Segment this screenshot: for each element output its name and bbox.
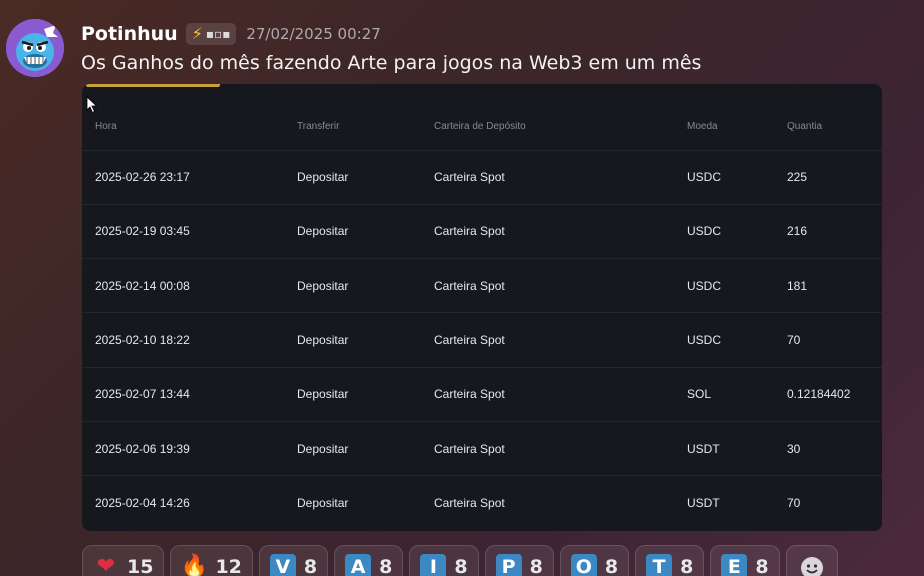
table-cell: Carteira Spot: [434, 421, 687, 477]
reaction-count: 8: [680, 556, 694, 576]
reaction-count: 8: [604, 556, 619, 576]
table-cell: SOL: [687, 367, 787, 422]
letter-e-icon: E: [721, 554, 748, 576]
reaction-button[interactable]: P8: [484, 545, 554, 576]
table-cell: Carteira Spot: [434, 496, 505, 511]
reaction-button[interactable]: 🔥 12: [170, 545, 253, 576]
letter-p-icon: P: [495, 554, 522, 576]
image-top-strip: [86, 84, 220, 87]
table-cell: Carteira Spot: [434, 150, 687, 205]
table-cell: Carteira Spot: [434, 367, 687, 422]
reaction-count: 8: [755, 556, 769, 576]
reaction-button[interactable]: I8: [409, 545, 479, 576]
table-cell: 2025-02-04 14:26: [95, 496, 190, 511]
table-cell: USDT: [687, 421, 787, 477]
letter-v-icon: V: [269, 554, 296, 576]
reaction-count: 8: [529, 556, 543, 576]
table-cell: 70: [787, 312, 882, 368]
table-body: 2025-02-26 23:17 Depositar Carteira Spot US…: [82, 150, 882, 530]
reaction-button[interactable]: T8: [635, 545, 705, 576]
table-cell: 225: [787, 150, 882, 205]
letter-o-icon: O: [570, 554, 597, 576]
table-cell: Depositar: [297, 421, 434, 477]
table-cell: Depositar: [297, 204, 434, 260]
table-row: 2025-02-10 18:22 Depositar Carteira Spot US…: [82, 312, 882, 368]
table-cell: 2025-02-19 03:45: [82, 204, 297, 260]
table-cell: 2025-02-26 23:17: [82, 150, 297, 205]
table-cell: 216: [787, 204, 882, 260]
table-cell: Depositar: [297, 312, 434, 368]
fire-icon: 🔥: [180, 554, 209, 576]
message-text: Os Ganhos do mês fazendo Arte para jogos…: [81, 52, 702, 74]
table-cell: USDT: [687, 496, 720, 511]
attached-image[interactable]: Hora Transferir Carteira de Depósito Moe…: [82, 84, 882, 531]
reaction-count: 12: [215, 556, 242, 576]
table-cell: USDC: [687, 204, 787, 260]
column-header: Hora: [82, 104, 297, 151]
username[interactable]: Potinhuu: [81, 23, 178, 45]
reaction-count: 8: [454, 556, 468, 576]
table-row: 2025-02-04 14:26 Depositar Carteira Spot US…: [82, 476, 882, 530]
reaction-count: 8: [303, 556, 318, 576]
message-timestamp: 27/02/2025 00:27: [246, 25, 381, 43]
table-cell: 2025-02-07 13:44: [82, 367, 297, 422]
letter-a-icon: A: [345, 554, 372, 576]
reaction-count: 8: [379, 556, 393, 576]
reaction-button[interactable]: O8: [559, 545, 630, 576]
reaction-count: 15: [127, 556, 154, 576]
column-header: Carteira de Depósito: [434, 104, 687, 151]
user-tag-badge[interactable]: ⚡ ▪▫▪: [185, 23, 237, 45]
table-cell: Carteira Spot: [434, 258, 687, 314]
table-row: 2025-02-07 13:44 Depositar Carteira Spot SO…: [82, 367, 882, 422]
table-cell: 70: [787, 496, 801, 511]
table-cell: USDC: [687, 150, 787, 205]
table-cell: Depositar: [297, 258, 434, 314]
table-cell: Carteira Spot: [434, 312, 687, 368]
table-cell: USDC: [687, 258, 787, 314]
column-header: Transferir: [297, 104, 434, 151]
heart-icon: ❤: [96, 554, 116, 576]
letter-t-icon: T: [646, 554, 673, 576]
user-avatar[interactable]: [6, 19, 64, 77]
column-header: Moeda: [687, 104, 787, 151]
reaction-button[interactable]: V8: [258, 545, 329, 576]
table-cell: USDC: [687, 312, 787, 368]
table-cell: 30: [787, 421, 882, 477]
table-row: 2025-02-06 19:39 Depositar Carteira Spot US…: [82, 421, 882, 477]
table-row: 2025-02-14 00:08 Depositar Carteira Spot US…: [82, 258, 882, 314]
table-cell: Carteira Spot: [434, 204, 687, 260]
reactions-bar: ❤ 15 🔥 12 V 8 A 8 I 8 P 8 O 8 T 8 E 8: [82, 545, 838, 576]
transactions-table: Hora Transferir Carteira de Depósito Moe…: [82, 104, 882, 530]
reaction-button[interactable]: E8: [710, 545, 780, 576]
tag-label: ▪▫▪: [205, 27, 231, 41]
reaction-button[interactable]: ❤ 15: [82, 545, 165, 576]
column-header: Quantia: [787, 104, 882, 151]
reaction-button[interactable]: A8: [334, 545, 404, 576]
table-row: 2025-02-26 23:17 Depositar Carteira Spot US…: [82, 150, 882, 205]
table-header-row: Hora Transferir Carteira de Depósito Moe…: [82, 104, 882, 151]
table-cell: Depositar: [297, 367, 434, 422]
table-cell: 2025-02-10 18:22: [82, 312, 297, 368]
table-cell: 181: [787, 258, 882, 314]
table-cell: 0.12184402: [787, 367, 882, 422]
avatar-character-icon: [6, 19, 64, 77]
add-reaction-button[interactable]: [785, 545, 838, 576]
smiley-icon: [800, 557, 823, 576]
table-cell: 2025-02-14 00:08: [82, 258, 297, 314]
message-header: Potinhuu ⚡ ▪▫▪ 27/02/2025 00:27: [81, 20, 381, 48]
chat-message: Potinhuu ⚡ ▪▫▪ 27/02/2025 00:27 Os Ganho…: [0, 0, 924, 576]
table-cell: 2025-02-06 19:39: [82, 421, 297, 477]
letter-i-icon: I: [420, 554, 447, 576]
lightning-icon: ⚡: [191, 24, 203, 43]
table-cell: Depositar: [297, 150, 434, 205]
table-cell: Depositar: [297, 496, 349, 511]
table-row: 2025-02-19 03:45 Depositar Carteira Spot US…: [82, 204, 882, 260]
